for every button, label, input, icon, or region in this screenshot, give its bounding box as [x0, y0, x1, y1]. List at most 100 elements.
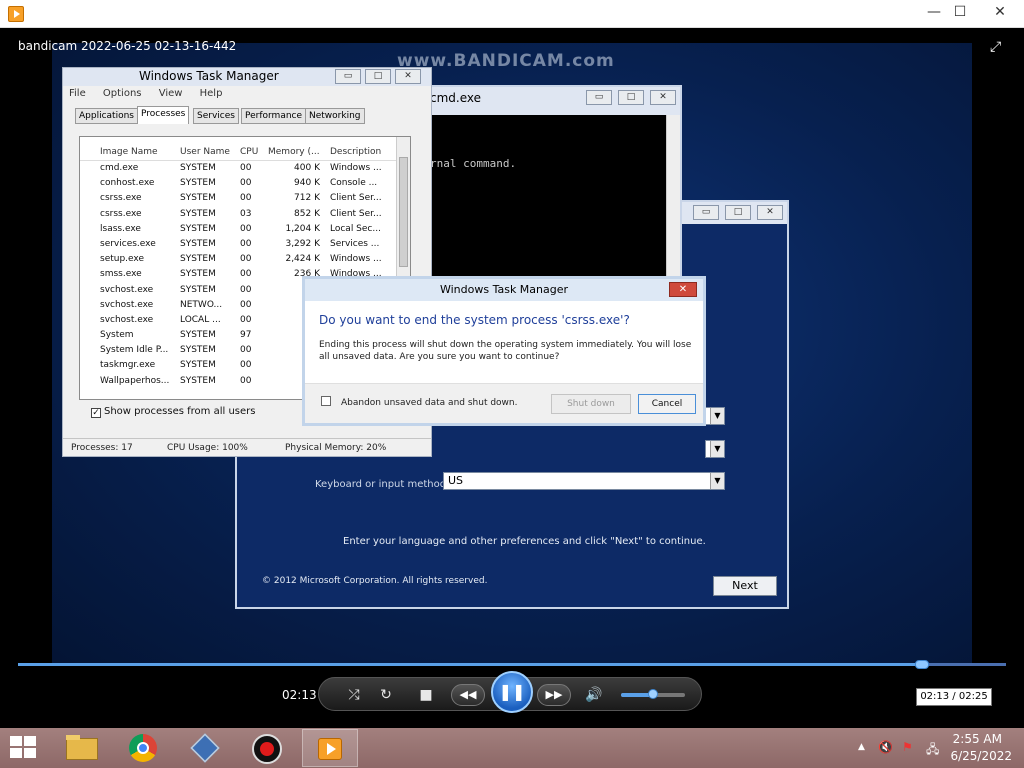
table-row[interactable]: services.exe SYSTEM 00 3,292 K Services ... — [80, 239, 396, 254]
tab-processes[interactable]: Processes — [137, 106, 190, 124]
next-button[interactable]: Next — [713, 576, 777, 596]
dialog-title: Windows Task Manager — [439, 283, 569, 296]
table-cell: Client Ser... — [330, 193, 382, 204]
table-cell: conhost.exe — [100, 178, 155, 189]
col-image-name[interactable]: Image Name — [100, 147, 180, 157]
taskmgr-minimize-button[interactable]: ▭ — [335, 69, 361, 84]
scrollbar-thumb[interactable] — [399, 157, 408, 267]
virtualbox-icon[interactable] — [178, 729, 234, 767]
windows-start-icon[interactable] — [10, 736, 38, 760]
cancel-button[interactable]: Cancel — [638, 394, 696, 414]
setup-time-select[interactable]: ▼ — [705, 440, 725, 458]
table-cell: 940 K — [294, 178, 320, 189]
fast-forward-icon[interactable]: ▶▶ — [537, 684, 571, 706]
shuffle-icon[interactable]: ⤮ — [343, 685, 365, 705]
table-cell: 852 K — [294, 208, 320, 219]
col-description[interactable]: Description — [330, 147, 390, 157]
cmd-scrollbar[interactable] — [666, 115, 680, 303]
taskmgr-close-button[interactable]: ✕ — [395, 69, 421, 84]
cmd-console[interactable]: rnal command. — [430, 115, 674, 303]
network-icon[interactable]: 🖧 — [926, 740, 939, 761]
seek-played — [18, 663, 923, 666]
chrome-icon[interactable] — [116, 729, 172, 767]
status-memory: Physical Memory: 20% — [285, 443, 387, 453]
col-cpu[interactable]: CPU — [240, 147, 260, 157]
taskmgr-titlebar: Windows Task Manager ▭ □ ✕ — [63, 68, 431, 86]
volume-slider[interactable] — [621, 689, 685, 699]
table-cell: Wallpaperhos... — [100, 375, 170, 386]
abandon-data-checkbox[interactable]: Abandon unsaved data and shut down. — [321, 396, 517, 408]
tab-applications[interactable]: Applications — [75, 108, 138, 124]
taskmgr-title: Windows Task Manager — [139, 69, 279, 83]
cmd-maximize-button[interactable]: □ — [618, 90, 644, 105]
pause-icon[interactable]: ❚❚ — [491, 671, 533, 713]
cmd-minimize-button[interactable]: ▭ — [586, 90, 612, 105]
keyboard-select[interactable]: US ▼ — [443, 472, 725, 490]
fullscreen-icon[interactable]: ⤢ — [990, 39, 1008, 55]
table-cell: csrss.exe — [100, 193, 142, 204]
repeat-icon[interactable]: ↻ — [375, 685, 397, 705]
tab-networking[interactable]: Networking — [305, 108, 365, 124]
show-hidden-icons-icon[interactable]: ▲ — [858, 742, 865, 752]
player-app-icon — [8, 6, 24, 22]
table-row[interactable]: setup.exe SYSTEM 00 2,424 K Windows ... — [80, 254, 396, 269]
show-all-processes-checkbox[interactable]: ✓ Show processes from all users — [91, 406, 255, 418]
video-title: bandicam 2022-06-25 02-13-16-442 — [18, 39, 237, 53]
dialog-footer: Abandon unsaved data and shut down. Shut… — [305, 383, 703, 423]
setup-close-button[interactable]: ✕ — [757, 205, 783, 220]
file-explorer-icon[interactable] — [54, 729, 110, 767]
shut-down-button[interactable]: Shut down — [551, 394, 631, 414]
dialog-close-button[interactable]: ✕ — [669, 282, 697, 297]
table-cell: 2,424 K — [285, 254, 320, 265]
seek-thumb[interactable] — [915, 660, 930, 669]
setup-maximize-button[interactable]: □ — [725, 205, 751, 220]
table-cell: SYSTEM — [180, 223, 216, 234]
status-cpu: CPU Usage: 100% — [167, 443, 248, 453]
recorded-screen: www.BANDICAM.com ▭ □ ✕ ▼ ▼ Keyboard or i… — [52, 43, 972, 663]
table-row[interactable]: csrss.exe SYSTEM 03 852 K Client Ser... — [80, 209, 396, 224]
table-cell: 97 — [240, 330, 252, 341]
table-cell: 00 — [240, 314, 252, 325]
stop-icon[interactable]: ■ — [415, 685, 437, 705]
col-user-name[interactable]: User Name — [180, 147, 238, 157]
cmd-close-button[interactable]: ✕ — [650, 90, 676, 105]
end-process-dialog: Windows Task Manager ✕ Do you want to en… — [302, 276, 706, 426]
dialog-titlebar: Windows Task Manager ✕ — [305, 279, 703, 301]
speaker-icon[interactable]: 🔊 — [583, 685, 605, 705]
menu-file[interactable]: File — [69, 88, 86, 99]
taskmgr-maximize-button[interactable]: □ — [365, 69, 391, 84]
table-cell: 00 — [240, 345, 252, 356]
status-processes: Processes: 17 — [71, 443, 133, 453]
col-memory[interactable]: Memory (... — [268, 147, 320, 157]
volume-knob[interactable] — [648, 689, 658, 699]
table-cell: 00 — [240, 163, 252, 173]
rewind-icon[interactable]: ◀◀ — [451, 684, 485, 706]
clock-time[interactable]: 2:55 AM — [953, 732, 1002, 746]
seek-bar[interactable] — [18, 660, 1006, 669]
setup-minimize-button[interactable]: ▭ — [693, 205, 719, 220]
maximize-button[interactable]: ☐ — [944, 0, 976, 24]
setup-language-select[interactable]: ▼ — [705, 407, 725, 425]
table-row[interactable]: conhost.exe SYSTEM 00 940 K Console ... — [80, 178, 396, 193]
bandicam-record-icon[interactable] — [240, 729, 296, 767]
speaker-muted-icon[interactable]: 🔇 — [878, 740, 893, 754]
table-cell: cmd.exe — [100, 163, 139, 173]
table-row[interactable]: lsass.exe SYSTEM 00 1,204 K Local Sec... — [80, 224, 396, 239]
action-center-flag-icon[interactable]: ⚑ — [902, 740, 913, 754]
table-cell: 03 — [240, 208, 252, 219]
media-player-taskbar-icon[interactable] — [302, 729, 358, 767]
close-button[interactable]: ✕ — [984, 0, 1016, 24]
video-area[interactable]: www.BANDICAM.com ▭ □ ✕ ▼ ▼ Keyboard or i… — [0, 29, 1024, 729]
menu-help[interactable]: Help — [200, 88, 223, 99]
menu-view[interactable]: View — [159, 88, 183, 99]
table-cell: NETWO... — [180, 299, 223, 310]
table-cell: 3,292 K — [285, 238, 320, 249]
taskmgr-menubar: File Options View Help — [69, 88, 236, 99]
table-row[interactable]: cmd.exe SYSTEM 00 400 K Windows ... — [80, 163, 396, 178]
setup-instruction: Enter your language and other preference… — [343, 536, 706, 547]
menu-options[interactable]: Options — [103, 88, 142, 99]
table-row[interactable]: csrss.exe SYSTEM 00 712 K Client Ser... — [80, 193, 396, 208]
clock-date[interactable]: 6/25/2022 — [950, 749, 1012, 763]
tab-services[interactable]: Services — [193, 108, 239, 124]
tab-performance[interactable]: Performance — [241, 108, 307, 124]
